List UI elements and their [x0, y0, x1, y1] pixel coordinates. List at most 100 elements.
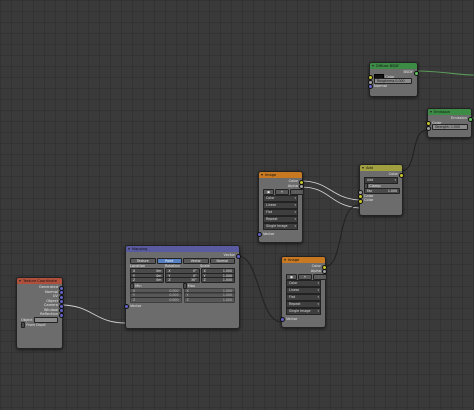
- axis-label: Z: [133, 278, 136, 282]
- output-label: Alpha: [287, 183, 298, 188]
- select-value: Flat: [266, 210, 273, 215]
- chevron-down-icon: ▾: [294, 217, 296, 222]
- input-label: Vector: [286, 316, 298, 321]
- extension-select[interactable]: Repeat ▾: [286, 301, 321, 308]
- color-space-select[interactable]: Color ▾: [286, 280, 321, 287]
- projection-select[interactable]: Flat ▾: [286, 294, 321, 301]
- collapse-arrow-icon[interactable]: [372, 65, 374, 67]
- node-title: Image: [265, 173, 277, 177]
- chevron-down-icon: ▾: [294, 224, 296, 229]
- axis-label: Z: [133, 297, 136, 302]
- link-image1-color-to-add: [300, 180, 360, 201]
- from-dupli-checkbox[interactable]: [21, 322, 25, 328]
- vector-socket-icon[interactable]: [124, 304, 129, 309]
- select-value: Repeat: [266, 217, 278, 222]
- vector-socket-icon[interactable]: [368, 84, 373, 89]
- node-editor-canvas[interactable]: Texture Coordinate Generated Normal UV O…: [0, 0, 474, 410]
- chevron-down-icon: ▾: [294, 203, 296, 208]
- input-normal: Normal: [368, 83, 417, 89]
- from-dupli-label: From Dupli: [26, 323, 46, 327]
- select-value: Repeat: [289, 302, 301, 307]
- input-vector: Vector: [124, 303, 239, 309]
- interpolation-select[interactable]: Linear ▾: [286, 287, 321, 294]
- mapping-node[interactable]: Mapping Vector Texture Point Vector Norm…: [124, 245, 241, 329]
- chevron-down-icon: ▾: [294, 196, 296, 201]
- select-value: Add: [367, 178, 374, 182]
- select-value: Single Image: [289, 309, 311, 314]
- image-texture-node-1[interactable]: Image Color Alpha ▣ + 🗀 Color ▾ Linear ▾ Fla…: [257, 171, 304, 243]
- open-image-button[interactable]: 🗀: [290, 188, 304, 195]
- value: 30°: [191, 278, 197, 282]
- image-texture-node-2[interactable]: Image Color Alpha ▣ + 🗀 Color ▾ Linear ▾ Fla…: [280, 256, 327, 328]
- axis-label: Z: [168, 278, 171, 282]
- emission-node[interactable]: Emission Emission Color Strength: 1.000: [426, 108, 473, 138]
- input-label: Color: [364, 198, 374, 203]
- collapse-arrow-icon[interactable]: [362, 167, 364, 169]
- color-socket-icon[interactable]: [399, 172, 404, 178]
- chevron-down-icon: ▾: [317, 281, 319, 286]
- vector-socket-icon[interactable]: [257, 232, 262, 238]
- input-color-2: Color: [358, 197, 402, 204]
- select-value: Color: [289, 281, 298, 286]
- select-value: Flat: [289, 295, 296, 300]
- link-diffuse-out: [415, 70, 474, 76]
- node-title: Emission: [434, 110, 450, 114]
- output-label: Reflection: [40, 312, 58, 316]
- output-label: Vector: [223, 253, 235, 257]
- link-uv-to-mapping: [60, 304, 126, 324]
- chevron-down-icon: ▾: [294, 210, 296, 215]
- input-strength: Strength: 1.000: [426, 124, 471, 131]
- collapse-arrow-icon[interactable]: [19, 280, 21, 282]
- new-image-button[interactable]: +: [275, 188, 289, 195]
- chevron-down-icon: ▾: [317, 309, 319, 314]
- source-select[interactable]: Single Image ▾: [286, 308, 321, 315]
- input-label: Vector: [263, 231, 275, 236]
- chevron-down-icon: ▾: [394, 178, 396, 182]
- axis-label: Z: [203, 278, 206, 282]
- new-image-button[interactable]: +: [298, 273, 312, 280]
- link-image2-color-to-add: [323, 204, 360, 268]
- output-label: Alpha: [310, 268, 321, 273]
- select-value: Single Image: [266, 224, 288, 229]
- strength-slider[interactable]: Strength: 1.000: [432, 124, 468, 130]
- source-select[interactable]: Single Image ▾: [263, 223, 298, 230]
- extension-select[interactable]: Repeat ▾: [263, 216, 298, 223]
- chevron-down-icon: ▾: [317, 302, 319, 307]
- from-dupli-row[interactable]: From Dupli: [17, 322, 62, 328]
- node-title: Add: [366, 166, 373, 170]
- color-space-select[interactable]: Color ▾: [263, 195, 298, 202]
- open-image-button[interactable]: 🗀: [313, 273, 327, 280]
- input-label: Normal: [374, 83, 388, 88]
- image-browse-row: ▣ + 🗀: [259, 188, 304, 195]
- collapse-arrow-icon[interactable]: [261, 174, 263, 176]
- collapse-arrow-icon[interactable]: [128, 248, 130, 250]
- link-image1-alpha-to-add-fac: [300, 186, 360, 209]
- chevron-down-icon: ▾: [317, 288, 319, 293]
- node-title: Mapping: [132, 247, 148, 251]
- select-value: Linear: [266, 203, 277, 208]
- diffuse-bsdf-node[interactable]: Diffuse BSDF BSDF Color Roughness 0.000 …: [368, 62, 419, 97]
- axis-label: Z: [186, 297, 189, 302]
- value: 0.000: [169, 297, 179, 302]
- image-browse-icon[interactable]: ▣: [286, 273, 297, 280]
- value: 0m: [156, 278, 162, 282]
- add-mix-node[interactable]: Add Color Add ▾ Clamp Fac 1.000 Color Colo…: [358, 164, 404, 216]
- collapse-arrow-icon[interactable]: [284, 259, 286, 261]
- chevron-down-icon: ▾: [317, 295, 319, 300]
- node-title: Diffuse BSDF: [376, 64, 400, 68]
- node-title: Texture Coordinate: [23, 279, 57, 283]
- image-browse-icon[interactable]: ▣: [263, 188, 274, 195]
- interpolation-select[interactable]: Linear ▾: [263, 202, 298, 209]
- collapse-arrow-icon[interactable]: [430, 111, 432, 113]
- link-mapping-to-image2: [237, 255, 282, 323]
- input-vector: Vector: [257, 231, 302, 238]
- input-label: Vector: [130, 303, 142, 308]
- color-socket-icon[interactable]: [358, 198, 363, 204]
- texture-coordinate-node[interactable]: Texture Coordinate Generated Normal UV O…: [16, 277, 64, 349]
- value: 1.000: [222, 278, 232, 282]
- value-socket-icon[interactable]: [426, 125, 431, 131]
- select-value: Linear: [289, 288, 300, 293]
- vector-socket-icon[interactable]: [280, 317, 285, 323]
- value: 1.000: [222, 297, 232, 302]
- projection-select[interactable]: Flat ▾: [263, 209, 298, 216]
